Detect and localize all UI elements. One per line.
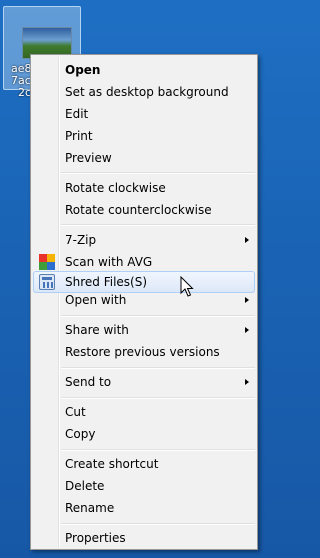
menu-item-rotate-counterclockwise[interactable]: Rotate counterclockwise [33,199,255,221]
menu-item-properties[interactable]: Properties [33,527,255,549]
submenu-arrow-icon [245,327,249,333]
menu-separator [61,523,255,525]
menu-item-open[interactable]: Open [33,59,255,81]
menu-separator [61,224,255,226]
menu-item-label: Rename [65,501,115,515]
menu-item-label: Open [65,63,101,77]
menu-item-label: Set as desktop background [65,85,229,99]
menu-item-delete[interactable]: Delete [33,475,255,497]
submenu-arrow-icon [245,297,249,303]
menu-item-edit[interactable]: Edit [33,103,255,125]
menu-item-print[interactable]: Print [33,125,255,147]
menu-item-cut[interactable]: Cut [33,401,255,423]
menu-item-7zip[interactable]: 7-Zip [33,229,255,251]
menu-item-label: Restore previous versions [65,345,220,359]
menu-item-label: Scan with AVG [65,255,153,269]
menu-item-label: Create shortcut [65,457,159,471]
menu-item-label: Cut [65,405,86,419]
menu-item-copy[interactable]: Copy [33,423,255,445]
menu-separator [61,172,255,174]
menu-separator [61,449,255,451]
menu-item-label: Delete [65,479,105,493]
mouse-pointer-icon [180,276,194,297]
menu-item-label: Properties [65,531,126,545]
submenu-arrow-icon [245,237,249,243]
menu-separator [61,315,255,317]
menu-item-share-with[interactable]: Share with [33,319,255,341]
menu-item-set-as-desktop-background[interactable]: Set as desktop background [33,81,255,103]
menu-item-open-with[interactable]: Open with [33,289,255,311]
menu-item-label: Print [65,129,93,143]
menu-item-label: Open with [65,293,127,307]
menu-item-rename[interactable]: Rename [33,497,255,519]
menu-separator [61,397,255,399]
menu-item-send-to[interactable]: Send to [33,371,255,393]
menu-item-label: Preview [65,151,112,165]
shredder-icon [39,274,55,290]
menu-item-label: Share with [65,323,129,337]
menu-item-restore-previous-versions[interactable]: Restore previous versions [33,341,255,363]
avg-icon [39,254,55,270]
menu-item-label: 7-Zip [65,233,97,247]
menu-item-label: Rotate clockwise [65,181,166,195]
context-menu: Open Set as desktop background Edit Prin… [30,54,258,550]
menu-item-label: Send to [65,375,112,389]
menu-item-scan-with-avg[interactable]: Scan with AVG [33,251,255,273]
menu-item-label: Edit [65,107,89,121]
submenu-arrow-icon [245,379,249,385]
menu-item-label: Rotate counterclockwise [65,203,212,217]
menu-item-create-shortcut[interactable]: Create shortcut [33,453,255,475]
menu-separator [61,367,255,369]
menu-item-rotate-clockwise[interactable]: Rotate clockwise [33,177,255,199]
menu-item-label: Copy [65,427,96,441]
menu-item-preview[interactable]: Preview [33,147,255,169]
